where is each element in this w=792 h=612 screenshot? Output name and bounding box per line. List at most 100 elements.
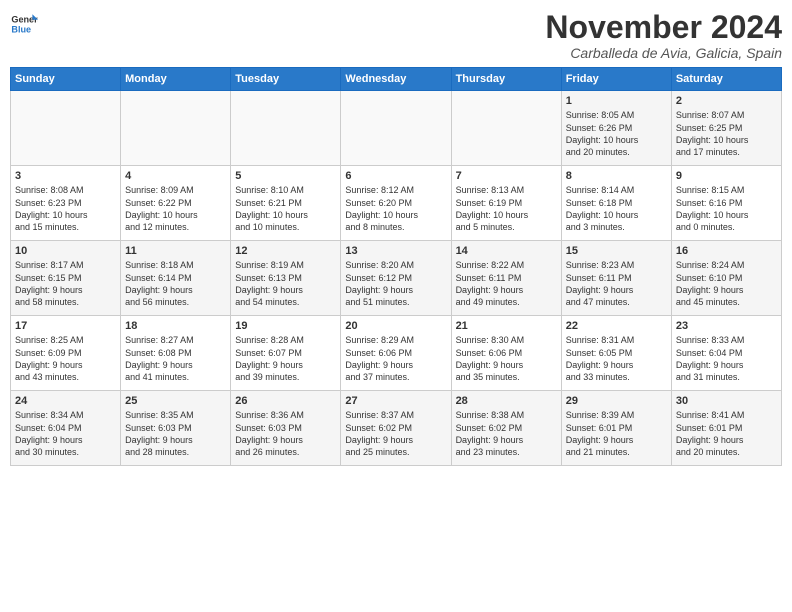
calendar-cell bbox=[451, 91, 561, 166]
day-number: 10 bbox=[15, 244, 116, 258]
calendar-cell: 12Sunrise: 8:19 AMSunset: 6:13 PMDayligh… bbox=[231, 241, 341, 316]
day-info: Sunrise: 8:17 AMSunset: 6:15 PMDaylight:… bbox=[15, 259, 116, 308]
calendar-table: SundayMondayTuesdayWednesdayThursdayFrid… bbox=[10, 67, 782, 466]
day-info: Sunrise: 8:27 AMSunset: 6:08 PMDaylight:… bbox=[125, 334, 226, 383]
calendar-cell: 4Sunrise: 8:09 AMSunset: 6:22 PMDaylight… bbox=[121, 166, 231, 241]
day-number: 11 bbox=[125, 244, 226, 258]
calendar-cell bbox=[11, 91, 121, 166]
day-number: 13 bbox=[345, 244, 446, 258]
calendar-cell: 16Sunrise: 8:24 AMSunset: 6:10 PMDayligh… bbox=[671, 241, 781, 316]
weekday-header-wednesday: Wednesday bbox=[341, 68, 451, 91]
calendar-cell: 24Sunrise: 8:34 AMSunset: 6:04 PMDayligh… bbox=[11, 391, 121, 466]
day-number: 1 bbox=[566, 94, 667, 108]
week-row-5: 24Sunrise: 8:34 AMSunset: 6:04 PMDayligh… bbox=[11, 391, 782, 466]
location: Carballeda de Avia, Galicia, Spain bbox=[545, 45, 782, 61]
day-info: Sunrise: 8:10 AMSunset: 6:21 PMDaylight:… bbox=[235, 184, 336, 233]
calendar-cell: 1Sunrise: 8:05 AMSunset: 6:26 PMDaylight… bbox=[561, 91, 671, 166]
day-info: Sunrise: 8:41 AMSunset: 6:01 PMDaylight:… bbox=[676, 409, 777, 458]
calendar-cell: 13Sunrise: 8:20 AMSunset: 6:12 PMDayligh… bbox=[341, 241, 451, 316]
calendar-cell: 30Sunrise: 8:41 AMSunset: 6:01 PMDayligh… bbox=[671, 391, 781, 466]
day-number: 29 bbox=[566, 394, 667, 408]
calendar-cell bbox=[341, 91, 451, 166]
day-number: 17 bbox=[15, 319, 116, 333]
day-number: 15 bbox=[566, 244, 667, 258]
day-number: 27 bbox=[345, 394, 446, 408]
calendar-cell: 17Sunrise: 8:25 AMSunset: 6:09 PMDayligh… bbox=[11, 316, 121, 391]
calendar-cell: 6Sunrise: 8:12 AMSunset: 6:20 PMDaylight… bbox=[341, 166, 451, 241]
calendar-cell: 29Sunrise: 8:39 AMSunset: 6:01 PMDayligh… bbox=[561, 391, 671, 466]
day-info: Sunrise: 8:37 AMSunset: 6:02 PMDaylight:… bbox=[345, 409, 446, 458]
day-number: 4 bbox=[125, 169, 226, 183]
week-row-2: 3Sunrise: 8:08 AMSunset: 6:23 PMDaylight… bbox=[11, 166, 782, 241]
day-info: Sunrise: 8:35 AMSunset: 6:03 PMDaylight:… bbox=[125, 409, 226, 458]
day-number: 19 bbox=[235, 319, 336, 333]
calendar-cell: 27Sunrise: 8:37 AMSunset: 6:02 PMDayligh… bbox=[341, 391, 451, 466]
day-number: 8 bbox=[566, 169, 667, 183]
calendar-cell: 20Sunrise: 8:29 AMSunset: 6:06 PMDayligh… bbox=[341, 316, 451, 391]
weekday-header-thursday: Thursday bbox=[451, 68, 561, 91]
day-number: 21 bbox=[456, 319, 557, 333]
day-number: 16 bbox=[676, 244, 777, 258]
day-info: Sunrise: 8:05 AMSunset: 6:26 PMDaylight:… bbox=[566, 109, 667, 158]
day-number: 28 bbox=[456, 394, 557, 408]
day-number: 23 bbox=[676, 319, 777, 333]
day-info: Sunrise: 8:18 AMSunset: 6:14 PMDaylight:… bbox=[125, 259, 226, 308]
title-area: November 2024 Carballeda de Avia, Galici… bbox=[545, 10, 782, 61]
day-number: 18 bbox=[125, 319, 226, 333]
header: General Blue November 2024 Carballeda de… bbox=[10, 10, 782, 61]
calendar-cell: 10Sunrise: 8:17 AMSunset: 6:15 PMDayligh… bbox=[11, 241, 121, 316]
day-info: Sunrise: 8:14 AMSunset: 6:18 PMDaylight:… bbox=[566, 184, 667, 233]
calendar-cell: 11Sunrise: 8:18 AMSunset: 6:14 PMDayligh… bbox=[121, 241, 231, 316]
calendar-cell: 19Sunrise: 8:28 AMSunset: 6:07 PMDayligh… bbox=[231, 316, 341, 391]
day-info: Sunrise: 8:12 AMSunset: 6:20 PMDaylight:… bbox=[345, 184, 446, 233]
day-number: 14 bbox=[456, 244, 557, 258]
calendar-cell: 28Sunrise: 8:38 AMSunset: 6:02 PMDayligh… bbox=[451, 391, 561, 466]
calendar-cell: 8Sunrise: 8:14 AMSunset: 6:18 PMDaylight… bbox=[561, 166, 671, 241]
weekday-header-friday: Friday bbox=[561, 68, 671, 91]
calendar-cell: 7Sunrise: 8:13 AMSunset: 6:19 PMDaylight… bbox=[451, 166, 561, 241]
weekday-header-saturday: Saturday bbox=[671, 68, 781, 91]
day-info: Sunrise: 8:24 AMSunset: 6:10 PMDaylight:… bbox=[676, 259, 777, 308]
calendar-cell: 25Sunrise: 8:35 AMSunset: 6:03 PMDayligh… bbox=[121, 391, 231, 466]
day-info: Sunrise: 8:08 AMSunset: 6:23 PMDaylight:… bbox=[15, 184, 116, 233]
day-number: 7 bbox=[456, 169, 557, 183]
day-info: Sunrise: 8:34 AMSunset: 6:04 PMDaylight:… bbox=[15, 409, 116, 458]
calendar-cell: 26Sunrise: 8:36 AMSunset: 6:03 PMDayligh… bbox=[231, 391, 341, 466]
day-info: Sunrise: 8:19 AMSunset: 6:13 PMDaylight:… bbox=[235, 259, 336, 308]
day-number: 25 bbox=[125, 394, 226, 408]
calendar-cell bbox=[231, 91, 341, 166]
day-info: Sunrise: 8:13 AMSunset: 6:19 PMDaylight:… bbox=[456, 184, 557, 233]
day-info: Sunrise: 8:09 AMSunset: 6:22 PMDaylight:… bbox=[125, 184, 226, 233]
logo: General Blue bbox=[10, 10, 38, 38]
day-info: Sunrise: 8:39 AMSunset: 6:01 PMDaylight:… bbox=[566, 409, 667, 458]
day-info: Sunrise: 8:15 AMSunset: 6:16 PMDaylight:… bbox=[676, 184, 777, 233]
day-info: Sunrise: 8:25 AMSunset: 6:09 PMDaylight:… bbox=[15, 334, 116, 383]
calendar-cell: 9Sunrise: 8:15 AMSunset: 6:16 PMDaylight… bbox=[671, 166, 781, 241]
day-number: 20 bbox=[345, 319, 446, 333]
day-info: Sunrise: 8:20 AMSunset: 6:12 PMDaylight:… bbox=[345, 259, 446, 308]
calendar-cell: 23Sunrise: 8:33 AMSunset: 6:04 PMDayligh… bbox=[671, 316, 781, 391]
week-row-1: 1Sunrise: 8:05 AMSunset: 6:26 PMDaylight… bbox=[11, 91, 782, 166]
calendar-cell: 18Sunrise: 8:27 AMSunset: 6:08 PMDayligh… bbox=[121, 316, 231, 391]
day-info: Sunrise: 8:28 AMSunset: 6:07 PMDaylight:… bbox=[235, 334, 336, 383]
day-info: Sunrise: 8:22 AMSunset: 6:11 PMDaylight:… bbox=[456, 259, 557, 308]
calendar-cell: 15Sunrise: 8:23 AMSunset: 6:11 PMDayligh… bbox=[561, 241, 671, 316]
day-info: Sunrise: 8:38 AMSunset: 6:02 PMDaylight:… bbox=[456, 409, 557, 458]
day-number: 5 bbox=[235, 169, 336, 183]
day-number: 9 bbox=[676, 169, 777, 183]
day-number: 2 bbox=[676, 94, 777, 108]
day-info: Sunrise: 8:31 AMSunset: 6:05 PMDaylight:… bbox=[566, 334, 667, 383]
day-info: Sunrise: 8:33 AMSunset: 6:04 PMDaylight:… bbox=[676, 334, 777, 383]
day-info: Sunrise: 8:07 AMSunset: 6:25 PMDaylight:… bbox=[676, 109, 777, 158]
day-number: 30 bbox=[676, 394, 777, 408]
calendar-cell: 3Sunrise: 8:08 AMSunset: 6:23 PMDaylight… bbox=[11, 166, 121, 241]
day-info: Sunrise: 8:23 AMSunset: 6:11 PMDaylight:… bbox=[566, 259, 667, 308]
calendar-cell: 21Sunrise: 8:30 AMSunset: 6:06 PMDayligh… bbox=[451, 316, 561, 391]
day-number: 26 bbox=[235, 394, 336, 408]
day-number: 22 bbox=[566, 319, 667, 333]
day-info: Sunrise: 8:36 AMSunset: 6:03 PMDaylight:… bbox=[235, 409, 336, 458]
svg-text:Blue: Blue bbox=[11, 24, 31, 34]
day-number: 12 bbox=[235, 244, 336, 258]
day-info: Sunrise: 8:29 AMSunset: 6:06 PMDaylight:… bbox=[345, 334, 446, 383]
weekday-header-sunday: Sunday bbox=[11, 68, 121, 91]
